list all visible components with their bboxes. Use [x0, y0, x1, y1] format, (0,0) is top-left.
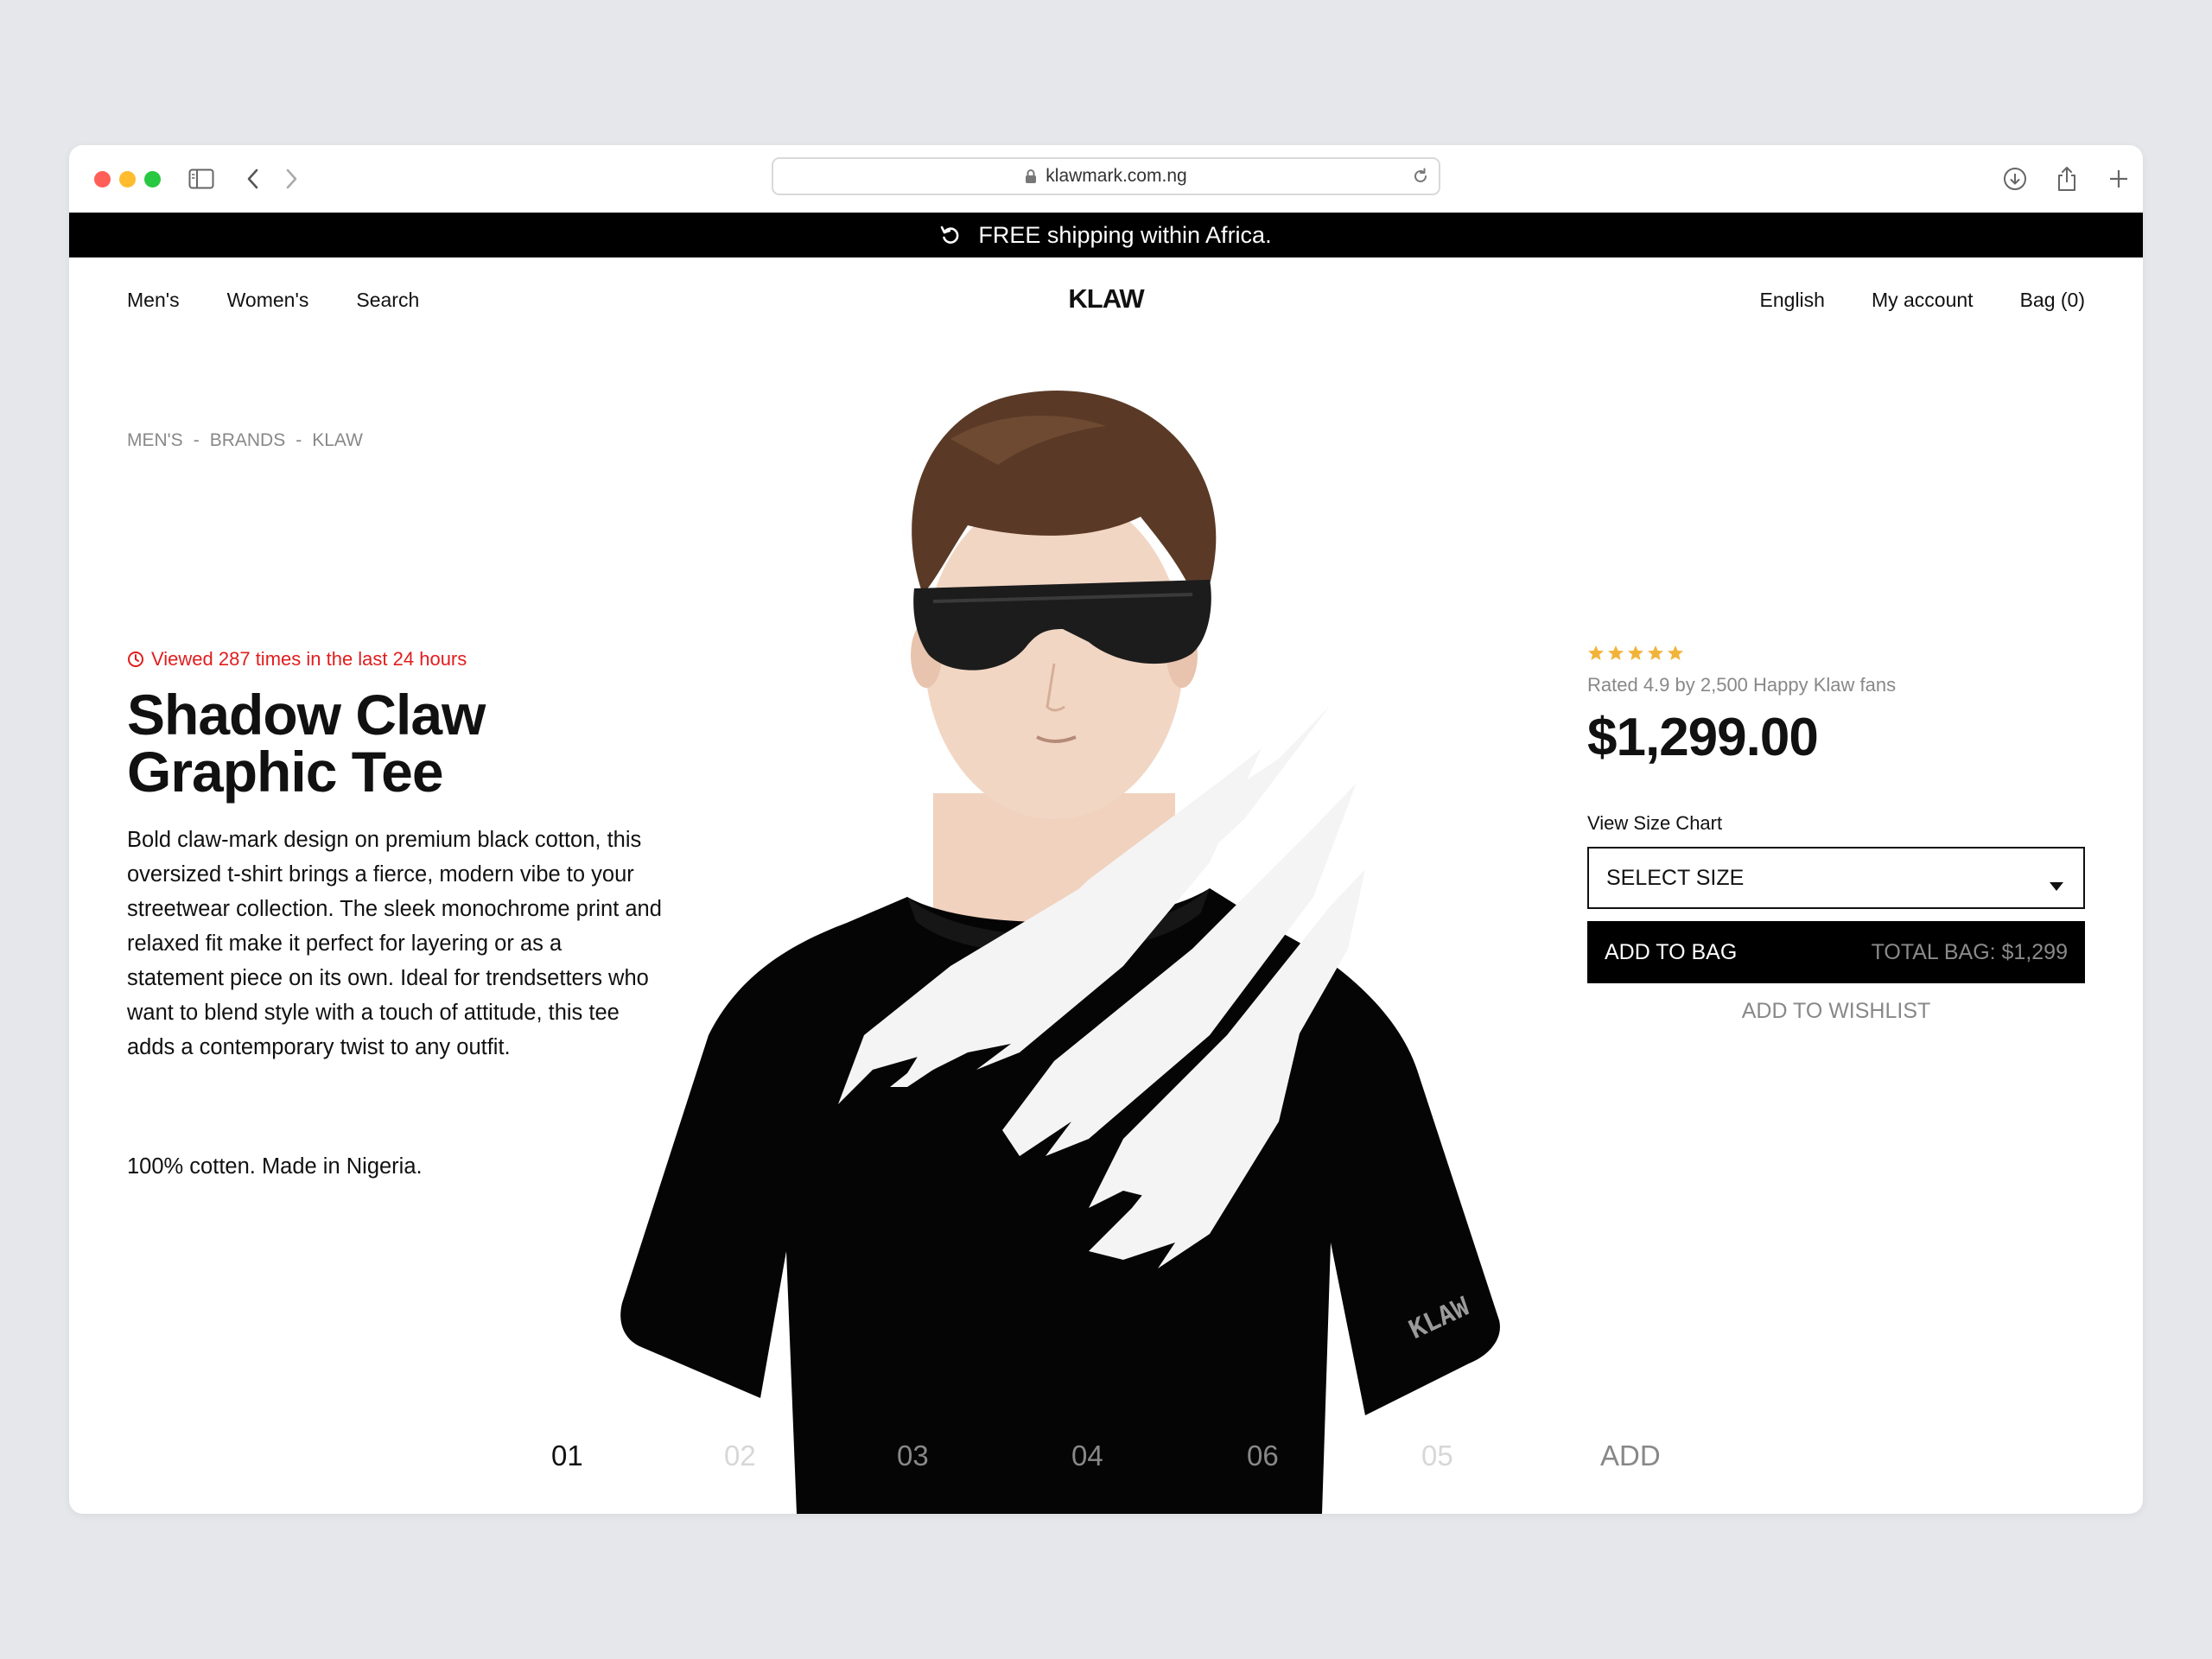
address-bar[interactable]: klawmark.com.ng	[772, 157, 1440, 195]
star-icon	[1608, 645, 1624, 660]
return-arrow-icon	[940, 225, 959, 245]
product-title-line1: Shadow Claw	[127, 683, 486, 747]
caret-down-icon	[2049, 873, 2064, 898]
nav-language[interactable]: English	[1760, 289, 1825, 312]
breadcrumb-klaw[interactable]: KLAW	[312, 430, 363, 451]
nav-womens[interactable]: Women's	[227, 289, 309, 312]
product-title: Shadow Claw Graphic Tee	[127, 686, 645, 800]
product-material: 100% cotten. Made in Nigeria.	[127, 1154, 423, 1179]
view-count-notice: Viewed 287 times in the last 24 hours	[127, 648, 467, 671]
star-icon	[1588, 645, 1604, 660]
site-logo[interactable]: KLAW	[1068, 283, 1144, 315]
download-icon[interactable]	[2000, 164, 2030, 194]
size-chart-link[interactable]: View Size Chart	[1587, 812, 1722, 835]
sidebar-toggle-icon[interactable]	[187, 164, 216, 194]
site-nav: Men's Women's Search KLAW English My acc…	[69, 257, 2143, 344]
product-image: KLAW	[605, 378, 1694, 1514]
breadcrumb-mens[interactable]: MEN'S	[127, 430, 183, 451]
product-description: Bold claw-mark design on premium black c…	[127, 828, 662, 1059]
thumbnail-03[interactable]: 03	[897, 1440, 929, 1472]
thumbnail-05[interactable]: 05	[1421, 1440, 1453, 1472]
total-bag-text: TOTAL BAG: $1,299	[1871, 939, 2068, 964]
size-select[interactable]: SELECT SIZE	[1587, 847, 2085, 909]
thumbnail-04[interactable]: 04	[1071, 1440, 1103, 1472]
minimize-window-button[interactable]	[119, 171, 136, 188]
add-to-wishlist-button[interactable]: ADD TO WISHLIST	[1587, 999, 2085, 1024]
star-icon	[1668, 645, 1683, 660]
zoom-window-button[interactable]	[144, 171, 161, 188]
thumbnail-06[interactable]: 06	[1247, 1440, 1279, 1472]
lock-icon	[1025, 168, 1037, 184]
close-window-button[interactable]	[94, 171, 111, 188]
nav-bag[interactable]: Bag (0)	[2020, 289, 2085, 312]
share-icon[interactable]	[2052, 164, 2082, 194]
nav-search[interactable]: Search	[356, 289, 419, 312]
breadcrumb-separator: -	[296, 430, 302, 450]
breadcrumb: MEN'S - BRANDS - KLAW	[127, 430, 363, 451]
nav-my-account[interactable]: My account	[1872, 289, 1974, 312]
nav-mens[interactable]: Men's	[127, 289, 180, 312]
new-tab-icon[interactable]	[2104, 164, 2133, 194]
view-count-text: Viewed 287 times in the last 24 hours	[151, 648, 467, 670]
browser-window: klawmark.com.ng FREE shipping within Afr…	[69, 145, 2143, 1514]
add-image-button[interactable]: ADD	[1600, 1440, 1661, 1472]
add-to-bag-label: ADD TO BAG	[1605, 939, 1738, 964]
back-arrow-icon[interactable]	[238, 164, 268, 194]
thumbnail-01[interactable]: 01	[551, 1440, 583, 1472]
size-select-label: SELECT SIZE	[1606, 865, 1745, 890]
breadcrumb-brands[interactable]: BRANDS	[210, 430, 286, 451]
clock-icon	[127, 651, 144, 668]
add-to-bag-button[interactable]: ADD TO BAG TOTAL BAG: $1,299	[1587, 921, 2085, 983]
window-controls	[94, 171, 161, 188]
star-icon	[1628, 645, 1643, 660]
browser-toolbar: klawmark.com.ng	[69, 145, 2143, 213]
product-title-line2: Graphic Tee	[127, 740, 444, 804]
url-text: klawmark.com.ng	[1046, 166, 1187, 186]
rating-stars	[1587, 645, 1684, 662]
rating-text: Rated 4.9 by 2,500 Happy Klaw fans	[1587, 674, 1897, 696]
thumbnail-02[interactable]: 02	[724, 1440, 756, 1472]
product-price: $1,299.00	[1587, 708, 1819, 767]
forward-arrow-icon[interactable]	[276, 164, 306, 194]
promo-text: FREE shipping within Africa.	[978, 221, 1272, 248]
promo-banner: FREE shipping within Africa.	[69, 213, 2143, 257]
breadcrumb-separator: -	[193, 430, 200, 450]
reload-icon[interactable]	[1411, 167, 1430, 186]
image-thumbnails: 01 02 03 04 06 05 ADD	[69, 1440, 2143, 1483]
star-icon	[1648, 645, 1663, 660]
